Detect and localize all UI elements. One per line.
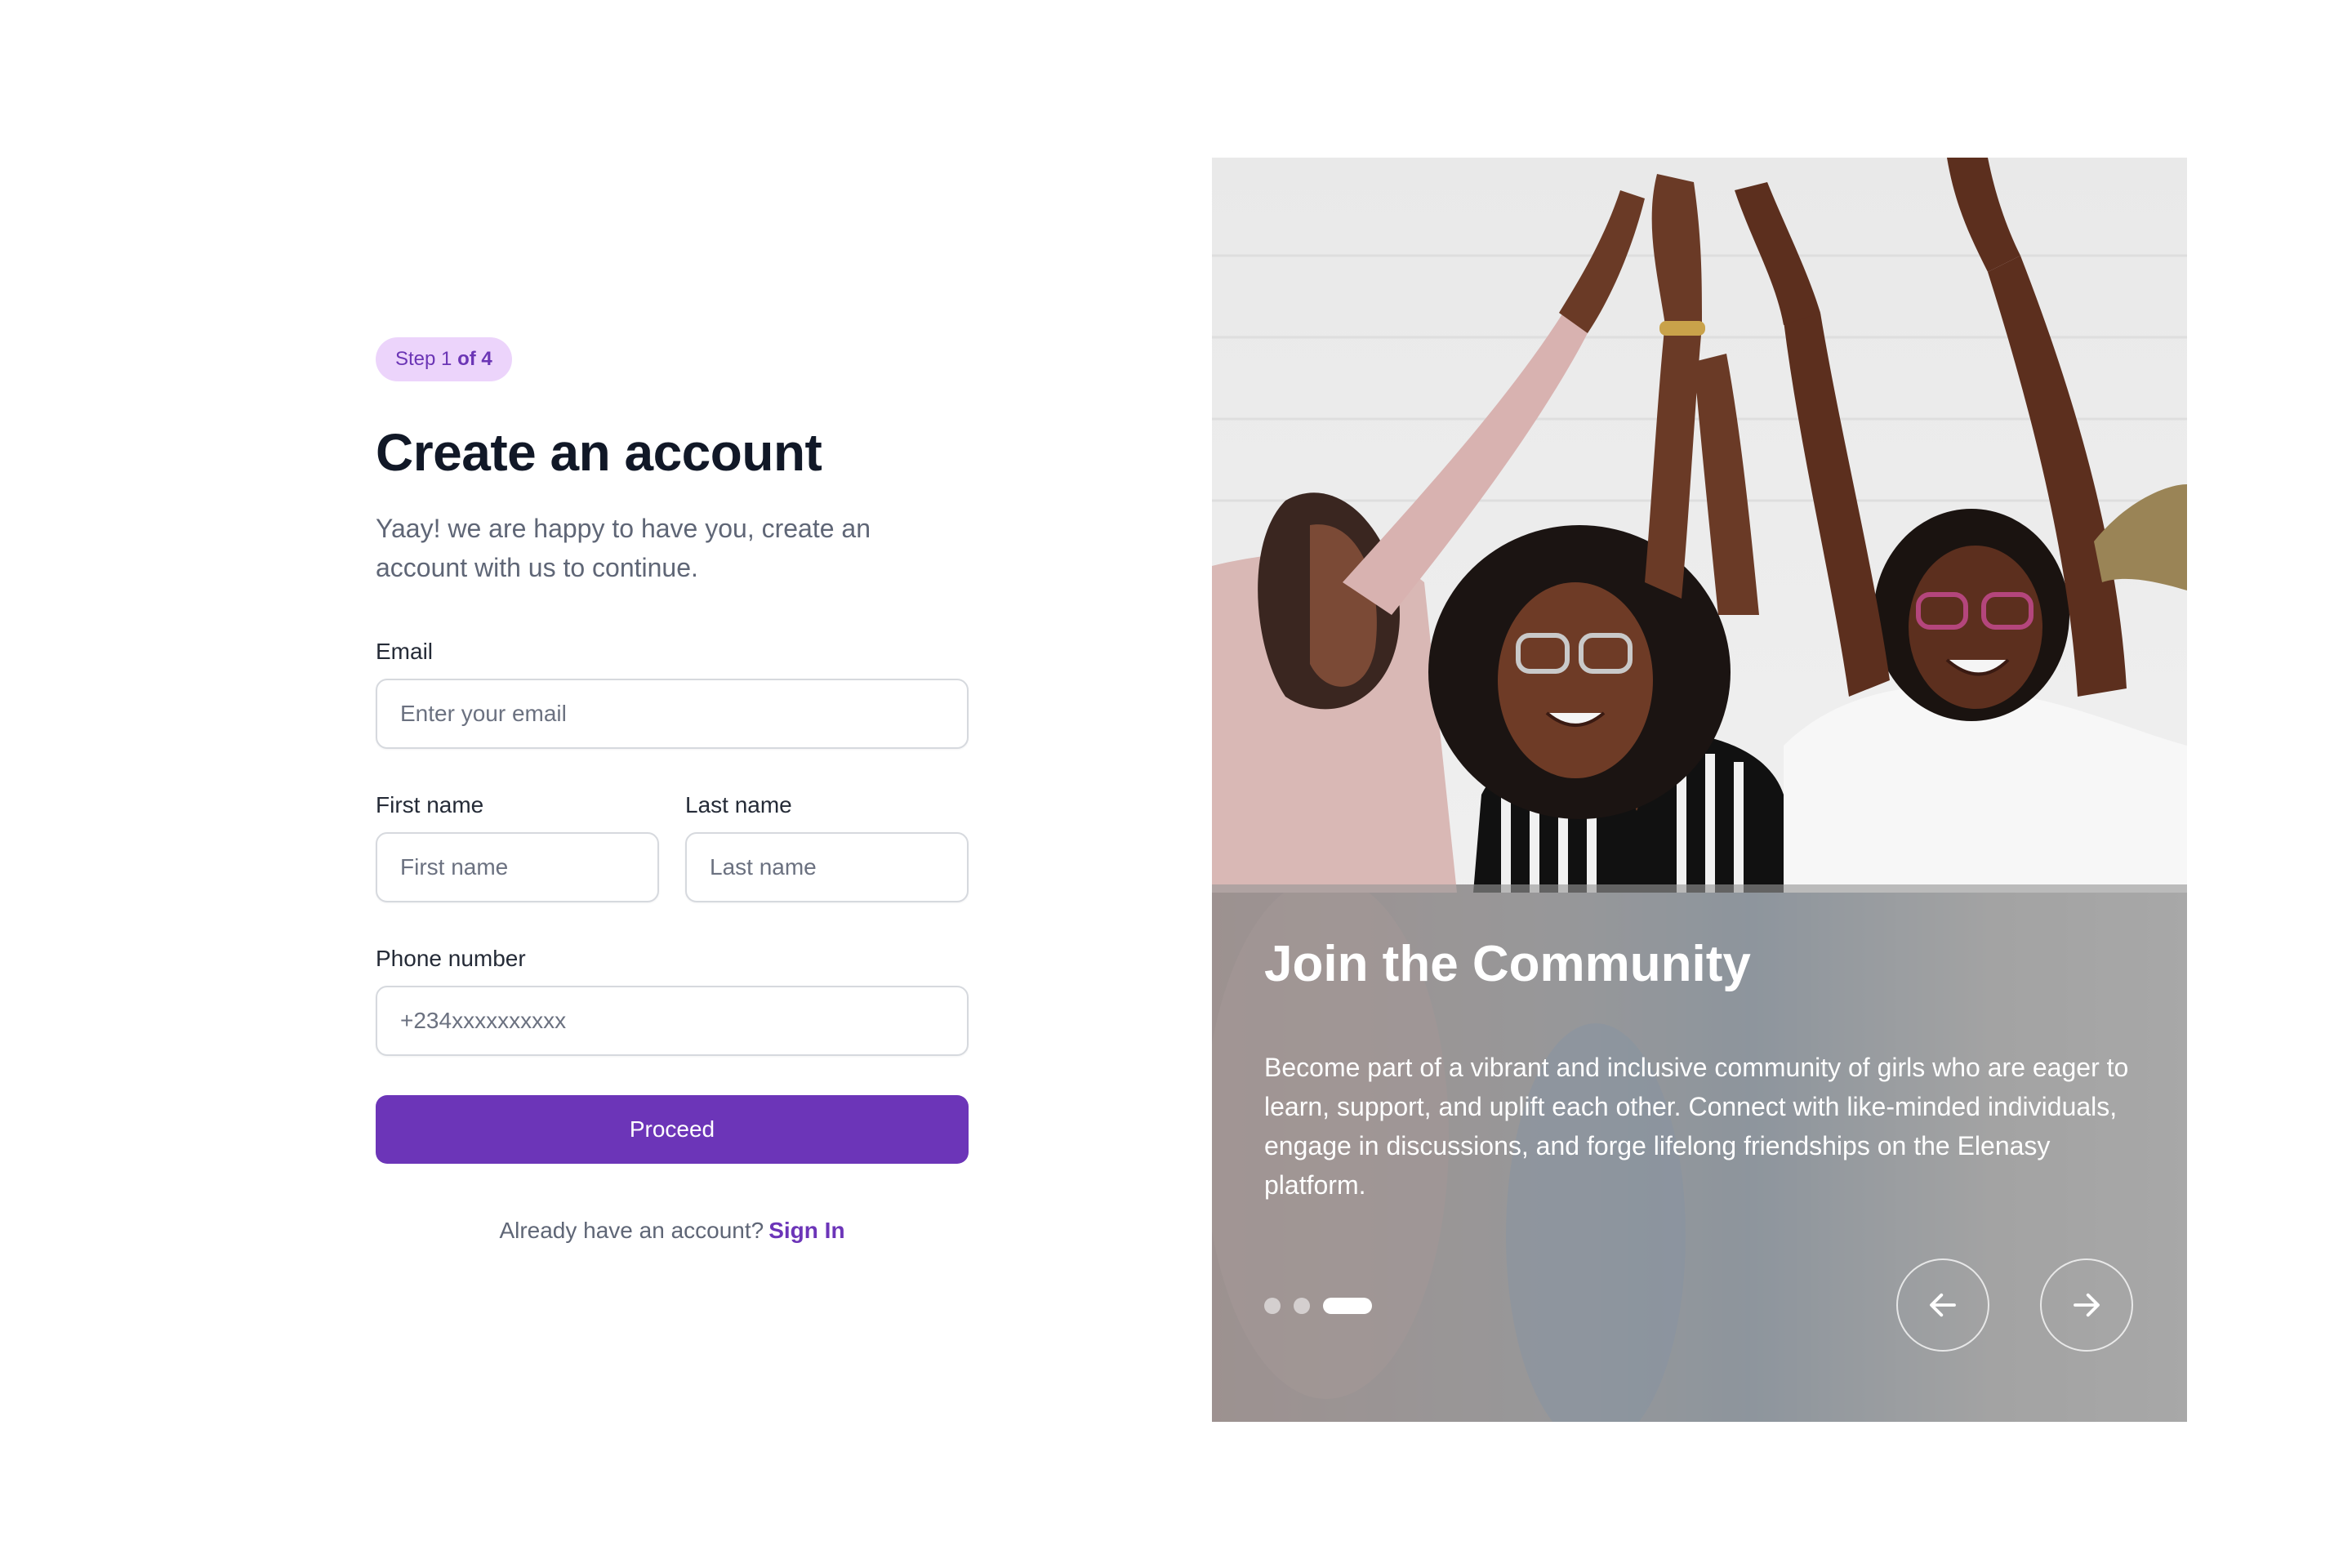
email-field-group: Email <box>376 638 969 749</box>
phone-field-group: Phone number <box>376 945 969 1056</box>
phone-field[interactable] <box>376 986 969 1056</box>
slide-indicator <box>1264 1298 1372 1314</box>
email-field[interactable] <box>376 679 969 749</box>
step-badge-suffix: of 4 <box>457 348 492 370</box>
first-name-field[interactable] <box>376 832 659 902</box>
signup-form: Step 1 of 4 Create an account Yaay! we a… <box>376 337 969 1244</box>
first-name-group: First name <box>376 791 659 902</box>
step-badge: Step 1 of 4 <box>376 337 512 381</box>
last-name-group: Last name <box>685 791 969 902</box>
proceed-button[interactable]: Proceed <box>376 1095 969 1164</box>
hero-card: Join the Community Become part of a vibr… <box>1212 158 2187 1422</box>
caption-panel: Join the Community Become part of a vibr… <box>1212 884 2187 1422</box>
slide-dot-3-active[interactable] <box>1323 1298 1372 1314</box>
step-badge-prefix: Step 1 <box>395 348 452 370</box>
hero-description: Become part of a vibrant and inclusive c… <box>1264 1053 2129 1200</box>
signin-prompt-text: Already have an account? <box>499 1218 764 1243</box>
slide-dot-2[interactable] <box>1294 1298 1310 1314</box>
last-name-label: Last name <box>685 792 792 817</box>
page-title: Create an account <box>376 423 822 482</box>
first-name-label: First name <box>376 792 484 817</box>
signup-page: Step 1 of 4 Create an account Yaay! we a… <box>0 0 2352 1568</box>
email-label: Email <box>376 639 434 664</box>
signin-link[interactable]: Sign In <box>768 1218 844 1243</box>
arrow-left-icon <box>1930 1293 1956 1317</box>
signin-prompt: Already have an account? Sign In <box>376 1218 969 1244</box>
hero-title: Join the Community <box>1264 936 1751 992</box>
name-row: First name Last name <box>376 791 969 902</box>
phone-label: Phone number <box>376 946 526 971</box>
arrow-right-icon <box>2074 1293 2100 1317</box>
next-slide-button[interactable] <box>2040 1258 2133 1352</box>
previous-slide-button[interactable] <box>1896 1258 1989 1352</box>
slide-dot-1[interactable] <box>1264 1298 1281 1314</box>
last-name-field[interactable] <box>685 832 969 902</box>
page-subtitle: Yaay! we are happy to have you, create a… <box>376 514 871 582</box>
